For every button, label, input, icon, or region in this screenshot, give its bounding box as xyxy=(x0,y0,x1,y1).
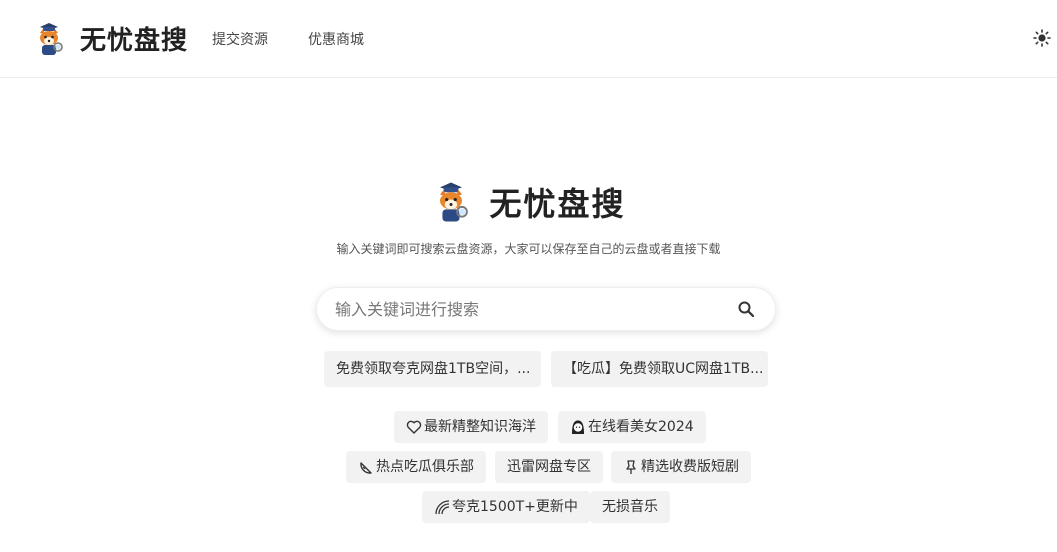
pin-icon xyxy=(626,460,636,474)
tag-label: 无损音乐 xyxy=(602,499,658,515)
brand-home-link[interactable]: 无忧盘搜 xyxy=(34,20,188,57)
fox-detective-logo-icon xyxy=(40,22,63,55)
melon-icon xyxy=(360,462,372,474)
girl-icon xyxy=(572,420,584,434)
tag-knowledge-ocean[interactable]: 最新精整知识海洋 xyxy=(394,411,548,443)
search-box xyxy=(316,287,776,331)
tag-xunlei-zone[interactable]: 迅雷网盘专区 xyxy=(495,451,603,483)
tag-label: 在线看美女2024 xyxy=(588,419,694,435)
heart-icon xyxy=(406,420,422,434)
promo-quark-1tb-button[interactable]: 免费领取夸克网盘1TB空间，... xyxy=(324,351,541,387)
hero-subtitle: 输入关键词即可搜索云盘资源，大家可以保存至自己的云盘或者直接下载 xyxy=(336,242,721,256)
tag-quark-1500t[interactable]: 夸克1500T+更新中 xyxy=(422,491,590,523)
tag-label: 迅雷网盘专区 xyxy=(507,459,591,475)
tag-label: 热点吃瓜俱乐部 xyxy=(376,459,474,475)
search-icon[interactable] xyxy=(737,300,755,318)
brand-name: 无忧盘搜 xyxy=(80,26,189,56)
nav-submit-resource-link[interactable]: 提交资源 xyxy=(212,29,268,49)
search-input[interactable] xyxy=(335,288,725,330)
rainbow-icon xyxy=(435,500,450,515)
hero-title-row: 无忧盘搜 xyxy=(0,180,1057,224)
tag-label: 精选收费版短剧 xyxy=(641,459,739,475)
tag-paid-short-drama[interactable]: 精选收费版短剧 xyxy=(611,451,751,483)
top-navbar: 无忧盘搜 提交资源 优惠商城 xyxy=(0,0,1057,78)
nav-deals-mall-link[interactable]: 优惠商城 xyxy=(308,29,364,49)
tag-lossless-music[interactable]: 无损音乐 xyxy=(590,491,670,523)
promo-uc-1tb-button[interactable]: 【吃瓜】免费领取UC网盘1TB... xyxy=(551,351,768,387)
hero-title: 无忧盘搜 xyxy=(489,185,626,223)
hero-section: 无忧盘搜 输入关键词即可搜索云盘资源，大家可以保存至自己的云盘或者直接下载 xyxy=(0,180,1057,256)
sun-icon[interactable] xyxy=(1033,29,1051,47)
tag-hot-melon-club[interactable]: 热点吃瓜俱乐部 xyxy=(346,451,486,483)
tag-label: 最新精整知识海洋 xyxy=(424,419,536,435)
tag-beauty-2024[interactable]: 在线看美女2024 xyxy=(558,411,706,443)
fox-detective-logo-icon xyxy=(440,182,469,222)
tag-label: 夸克1500T+更新中 xyxy=(452,499,578,515)
